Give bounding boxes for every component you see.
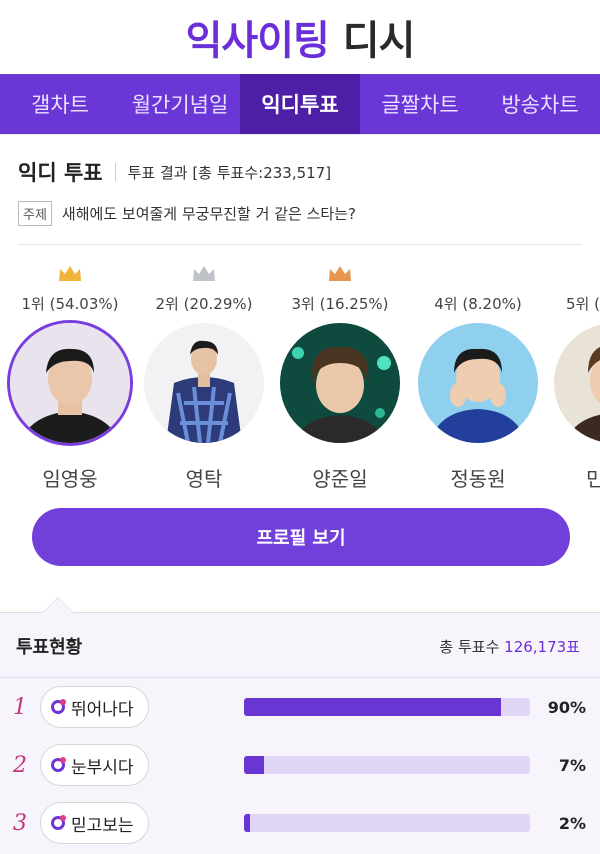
candidate-photo[interactable] [554, 323, 600, 443]
option-label: 뛰어나다 [71, 699, 134, 720]
main-nav: 갤차트 월간기념일 익디투표 글짤차트 방송차트 [0, 74, 600, 134]
candidate-rank: 4위 (8.20%) [434, 295, 522, 313]
total-value: 126,173표 [504, 637, 580, 656]
option-pill[interactable]: 눈부시다 [40, 744, 149, 786]
profile-view-button[interactable]: 프로필 보기 [32, 508, 570, 566]
vote-header: 익디 투표 투표 결과 [총 투표수:233,517] 주제 새해에도 보여줄게… [0, 134, 600, 245]
candidate-name: 양준일 [312, 467, 368, 491]
candidate-name: 영탁 [185, 467, 223, 491]
status-total: 총 투표수 126,173표 [439, 636, 580, 657]
candidate-card[interactable]: 4위 (8.20%) 정동원 [410, 263, 546, 492]
status-row: 1 뛰어나다 90% [0, 685, 600, 729]
silver-crown-icon [136, 263, 272, 285]
nav-tab-broadcast-chart[interactable]: 방송차트 [480, 74, 600, 134]
row-rank: 3 [13, 810, 27, 836]
candidate-photo[interactable] [280, 323, 400, 443]
total-label: 총 투표수 [439, 637, 500, 656]
option-pill[interactable]: 뛰어나다 [40, 686, 149, 728]
nav-tab-post-chart[interactable]: 글짤차트 [360, 74, 480, 134]
status-divider [0, 677, 600, 678]
candidate-photo[interactable] [10, 323, 130, 443]
candidate-card[interactable]: 5위 ( 민 [546, 263, 600, 492]
option-percent: 90% [547, 697, 586, 717]
bronze-crown-icon [272, 263, 408, 285]
option-pill[interactable]: 믿고보는 [40, 802, 149, 844]
progress-fill [244, 814, 250, 832]
nav-tab-monthly-anniversary[interactable]: 월간기념일 [120, 74, 240, 134]
candidate-card[interactable]: 1위 (54.03%) 임영웅 [2, 263, 138, 492]
row-rank: 2 [13, 752, 27, 778]
candidate-name: 임영웅 [42, 467, 98, 491]
progress-fill [244, 698, 502, 716]
vote-title: 익디 투표 [18, 161, 103, 185]
candidate-rank: 2위 (20.29%) [155, 295, 253, 313]
logo-part1: 익사이팅 [185, 18, 330, 64]
option-ring-icon [51, 757, 66, 772]
vote-result-summary: 투표 결과 [총 투표수:233,517] [127, 163, 332, 182]
candidate-card[interactable]: 3위 (16.25%) 양준일 [272, 263, 408, 492]
option-percent: 7% [558, 755, 586, 775]
topic-badge: 주제 [18, 201, 52, 226]
panel-pointer [42, 597, 74, 613]
gold-crown-icon [2, 263, 138, 285]
progress-fill [244, 756, 265, 774]
option-label: 믿고보는 [71, 815, 134, 836]
nav-tab-ikdi-vote[interactable]: 익디투표 [240, 74, 360, 134]
option-label: 눈부시다 [71, 757, 134, 778]
candidate-card[interactable]: 2위 (20.29%) 영탁 [136, 263, 272, 492]
nav-tab-gall-chart[interactable]: 갤차트 [0, 74, 120, 134]
candidate-name: 정동원 [450, 467, 506, 491]
candidate-rank: 1위 (54.03%) [21, 295, 119, 313]
title-separator [114, 163, 116, 181]
progress-bar [244, 698, 530, 716]
candidate-rank: 5위 ( [566, 295, 600, 313]
status-title: 투표현황 [16, 637, 83, 658]
candidate-rank: 3위 (16.25%) [291, 295, 389, 313]
status-row: 3 믿고보는 2% [0, 801, 600, 845]
candidate-carousel[interactable]: 1위 (54.03%) 임영웅 2위 (20.29%) 영탁 3위 (16.25… [0, 245, 600, 495]
candidate-photo[interactable] [418, 323, 538, 443]
status-row: 2 눈부시다 7% [0, 743, 600, 787]
row-rank: 1 [13, 694, 27, 720]
candidate-photo[interactable] [144, 323, 264, 443]
logo-part2: 디시 [342, 18, 416, 64]
progress-bar [244, 814, 530, 832]
app-header: 익사이팅 디시 [0, 0, 600, 74]
candidate-name: 민 [586, 467, 600, 491]
option-ring-icon [51, 699, 66, 714]
vote-status-panel: 투표현황 총 투표수 126,173표 1 뛰어나다 90% 2 눈부시다 7%… [0, 597, 600, 854]
topic-question: 새해에도 보여줄게 무궁무진할 거 같은 스타는? [61, 205, 356, 223]
progress-bar [244, 756, 530, 774]
option-percent: 2% [558, 813, 586, 833]
site-logo[interactable]: 익사이팅 디시 [185, 8, 416, 66]
option-ring-icon [51, 815, 66, 830]
